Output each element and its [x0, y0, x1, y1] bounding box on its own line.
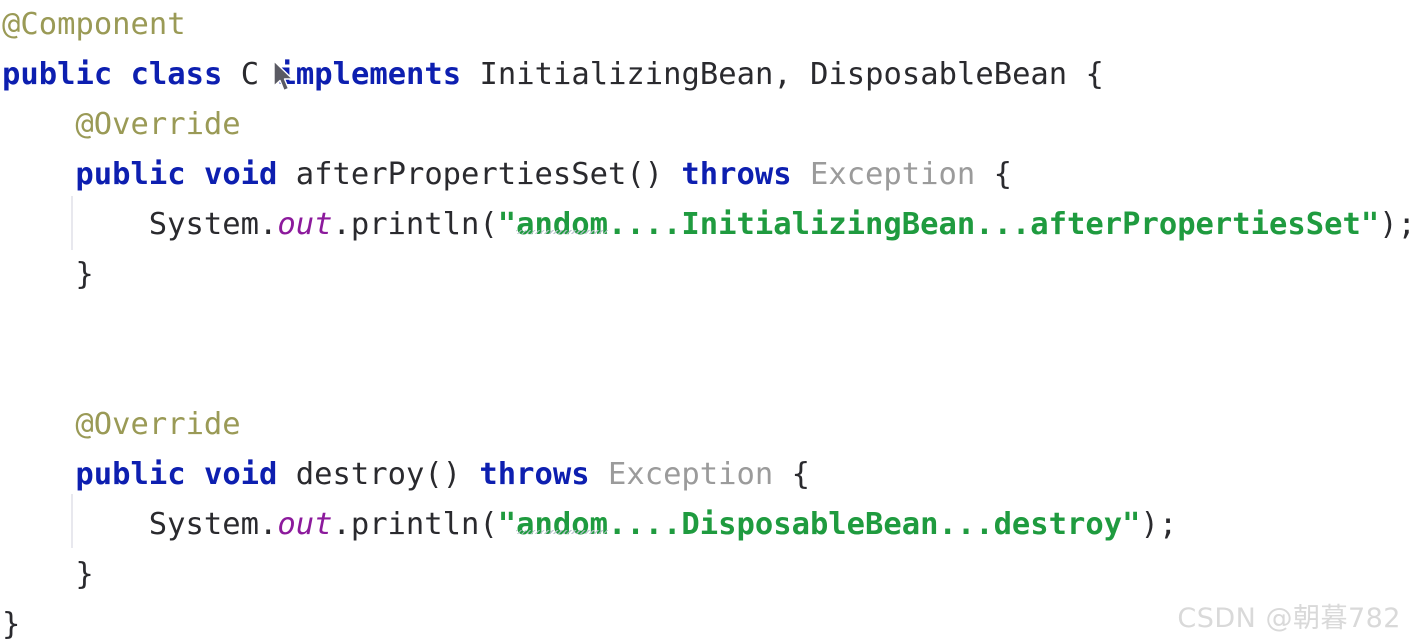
code-token-keyword: public	[75, 457, 186, 492]
code-token-identifier: DisposableBean	[810, 57, 1068, 92]
code-token-identifier: InitializingBean	[479, 57, 774, 92]
code-line[interactable]: System.out.println("andom....DisposableB…	[0, 500, 1417, 550]
code-token-annotation: @Override	[75, 107, 241, 142]
code-token-identifier: println	[350, 507, 480, 542]
code-token-punct: ()	[424, 457, 480, 492]
code-token-punct: .	[258, 207, 278, 242]
code-token-brace: }	[75, 557, 94, 592]
code-line[interactable]: @Component	[0, 0, 1417, 50]
code-token-string: "	[497, 507, 517, 542]
code-token-identifier: System	[148, 207, 259, 242]
code-token-brace: }	[75, 257, 94, 292]
code-token-punct: .	[258, 507, 278, 542]
code-token-punct: (	[479, 507, 498, 542]
code-token-string: ....DisposableBean...destroy"	[607, 507, 1141, 542]
code-token-keyword: implements	[277, 57, 462, 92]
code-line[interactable]: public void afterPropertiesSet() throws …	[0, 150, 1417, 200]
code-token-punct: (	[479, 207, 498, 242]
code-token-field: out	[277, 507, 333, 542]
code-editor-screenshot: @Component public class C implements Init…	[0, 0, 1417, 643]
code-line[interactable]	[0, 350, 1417, 400]
csdn-watermark: CSDN @朝暮782	[1177, 603, 1401, 634]
code-token-keyword: void	[203, 457, 278, 492]
code-token-punct: {	[975, 157, 1012, 192]
code-token-punct: ,	[773, 57, 811, 92]
code-token-identifier: System	[148, 507, 259, 542]
code-line[interactable]: public class C implements InitializingBe…	[0, 50, 1417, 100]
code-token-punct: ()	[626, 157, 682, 192]
code-token-keyword: throws	[681, 157, 792, 192]
code-token-dimmed: Exception	[809, 157, 976, 192]
code-token-identifier: afterPropertiesSet	[295, 157, 627, 192]
code-token-dimmed: Exception	[607, 457, 774, 492]
code-editor-surface[interactable]: @Component public class C implements Init…	[0, 0, 1417, 643]
code-token-punct: .	[332, 207, 351, 242]
code-token-identifier: println	[350, 207, 480, 242]
code-line[interactable]: }	[0, 250, 1417, 300]
code-token-field: out	[277, 207, 333, 242]
code-token-punct: .	[332, 507, 351, 542]
code-line[interactable]: @Override	[0, 100, 1417, 150]
code-token-punct: {	[773, 457, 810, 492]
code-line[interactable]: public void destroy() throws Exception {	[0, 450, 1417, 500]
code-token-punct: );	[1379, 207, 1416, 242]
code-token-keyword: public	[75, 157, 186, 192]
code-line[interactable]: @Override	[0, 400, 1417, 450]
code-token-punct: {	[1067, 57, 1104, 92]
code-token-string-typo: andom	[516, 507, 608, 542]
code-token-keyword: class	[130, 57, 223, 92]
code-token-identifier: destroy	[295, 457, 425, 492]
code-token-annotation: @Component	[2, 7, 186, 42]
code-token-keyword: public	[2, 57, 113, 92]
code-token-annotation: @Override	[75, 407, 241, 442]
code-token-keyword: void	[203, 157, 278, 192]
code-token-string: "	[497, 207, 517, 242]
code-token-string: ....InitializingBean...afterPropertiesSe…	[607, 207, 1380, 242]
code-token-punct: );	[1140, 507, 1178, 542]
code-token-keyword: throws	[479, 457, 590, 492]
code-token-brace: }	[2, 607, 21, 642]
code-line[interactable]: System.out.println("andom....Initializin…	[0, 200, 1417, 250]
code-line[interactable]	[0, 300, 1417, 350]
code-token-identifier: C	[240, 57, 260, 92]
code-line[interactable]: }	[0, 550, 1417, 600]
code-token-string-typo: andom	[516, 207, 608, 242]
